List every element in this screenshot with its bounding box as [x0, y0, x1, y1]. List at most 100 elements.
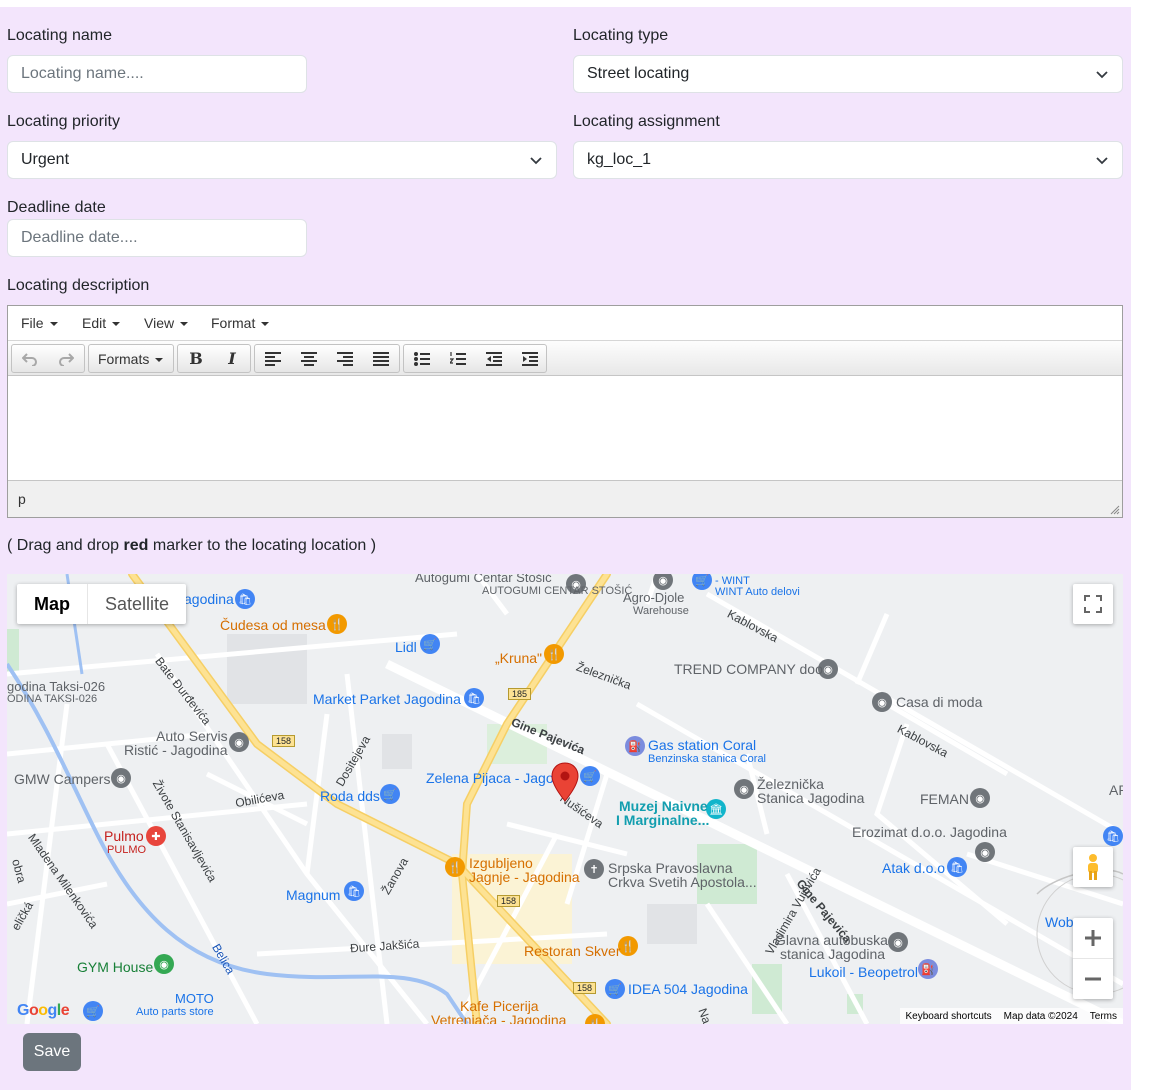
redo-icon[interactable] — [48, 345, 84, 372]
poi-label: Lidl — [395, 639, 417, 655]
shopping-pin-icon[interactable]: 🛒 — [605, 979, 625, 999]
restaurant-pin-icon[interactable]: 🍴 — [327, 614, 347, 634]
fullscreen-button[interactable] — [1073, 584, 1113, 624]
shopping-pin-icon[interactable]: 🛒 — [580, 766, 600, 786]
map-type-map-button[interactable]: Map — [17, 584, 88, 624]
formats-label: Formats — [98, 351, 150, 367]
street-view-pegman[interactable] — [1073, 847, 1113, 887]
locating-priority-select[interactable]: Urgent — [7, 141, 557, 179]
align-right-icon[interactable] — [327, 345, 363, 372]
hospital-pin-icon[interactable]: ✚ — [146, 826, 166, 846]
gym-pin-icon[interactable]: ◉ — [154, 954, 174, 974]
poi-label: Magnum — [286, 887, 341, 903]
poi-label: stanica Jagodina — [780, 946, 886, 962]
poi-label: Auto parts store — [136, 1006, 214, 1018]
poi-label: agodina — [184, 591, 234, 607]
save-button[interactable]: Save — [23, 1033, 81, 1071]
align-justify-icon[interactable] — [363, 345, 399, 372]
deadline-date-input[interactable]: Deadline date.... — [7, 219, 307, 257]
poi-label: I Marginalne... — [616, 812, 710, 828]
church-pin-icon[interactable]: ✝ — [584, 859, 604, 879]
poi-label: PULMO — [107, 844, 147, 856]
terms-link[interactable]: Terms — [1090, 1011, 1117, 1022]
poi-label: Gas station Coral — [648, 737, 757, 753]
map-type-satellite-button[interactable]: Satellite — [88, 584, 186, 624]
poi-pin-icon[interactable]: ◉ — [111, 768, 131, 788]
undo-icon[interactable] — [12, 345, 48, 372]
indent-icon[interactable] — [512, 345, 548, 372]
map-widget[interactable]: 185 158 158 158 Železnička Kablovska Kab… — [7, 574, 1123, 1024]
caret-down-icon — [180, 322, 189, 327]
plus-icon — [1085, 930, 1101, 946]
editor-menubar: File Edit View Format — [8, 306, 1122, 341]
fullscreen-icon — [1084, 595, 1102, 613]
poi-label: Benzinska stanica Coral — [648, 753, 767, 765]
restaurant-pin-icon[interactable]: 🍴 — [544, 644, 564, 664]
poi-label: Glavna autobuska — [775, 932, 888, 948]
route-shield: 158 — [272, 735, 296, 747]
shopping-pin-icon[interactable]: 🛍 — [235, 589, 255, 609]
italic-icon[interactable]: I — [214, 345, 250, 372]
poi-label: AP — [1109, 782, 1123, 798]
red-location-marker-icon[interactable] — [551, 762, 579, 802]
menu-file[interactable]: File — [21, 315, 58, 331]
shopping-pin-icon[interactable]: 🛍 — [947, 857, 967, 877]
align-center-icon[interactable] — [291, 345, 327, 372]
menu-edit[interactable]: Edit — [82, 315, 121, 331]
poi-label: Ristić - Jagodina — [124, 742, 228, 758]
google-logo[interactable]: Google — [17, 1002, 70, 1020]
locating-name-input[interactable]: Locating name.... — [7, 55, 307, 93]
align-left-icon[interactable] — [255, 345, 291, 372]
outdent-icon[interactable] — [476, 345, 512, 372]
bold-icon[interactable]: B — [178, 345, 214, 372]
editor-toolbar: Formats B I — [8, 341, 1122, 376]
poi-pin-icon[interactable]: ◉ — [975, 842, 995, 862]
shopping-pin-icon[interactable]: 🛍 — [1103, 826, 1123, 846]
poi-label: Lukoil - Beopetrol — [809, 964, 918, 980]
poi-label: Izgubljeno — [469, 855, 533, 871]
poi-label: Casa di moda — [896, 694, 983, 710]
restaurant-pin-icon[interactable]: 🍴 — [618, 936, 638, 956]
editor-content-area[interactable] — [8, 376, 1122, 480]
shopping-pin-icon[interactable]: 🛍 — [344, 881, 364, 901]
poi-pin-icon[interactable]: ◉ — [229, 732, 249, 752]
map-data-text: Map data ©2024 — [1003, 1010, 1078, 1022]
poi-label: ODINA TAKSI-026 — [7, 693, 98, 705]
shopping-pin-icon[interactable]: 🛒 — [380, 784, 400, 804]
align-group — [254, 344, 400, 373]
shopping-pin-icon[interactable]: 🛍 — [464, 688, 484, 708]
restaurant-pin-icon[interactable]: 🍴 — [445, 857, 465, 877]
list-group — [403, 344, 547, 373]
shopping-pin-icon[interactable]: 🛒 — [420, 634, 440, 654]
poi-label: Zelena Pijaca - Jago — [426, 770, 554, 786]
poi-label: Erozimat d.o.o. Jagodina — [852, 824, 1007, 840]
bullet-list-icon[interactable] — [404, 345, 440, 372]
poi-pin-icon[interactable]: ◉ — [970, 788, 990, 808]
menu-view[interactable]: View — [144, 315, 189, 331]
editor-statusbar: p — [8, 480, 1122, 517]
poi-pin-icon[interactable]: ◉ — [872, 692, 892, 712]
keyboard-shortcuts-link[interactable]: Keyboard shortcuts — [906, 1011, 992, 1022]
type-label: Locating type — [573, 27, 669, 44]
bus-pin-icon[interactable]: ◉ — [888, 932, 908, 952]
shopping-pin-icon[interactable]: 🛒 — [83, 1001, 103, 1021]
menu-format[interactable]: Format — [211, 315, 270, 331]
poi-label: GYM House — [77, 959, 154, 975]
minus-icon — [1085, 977, 1101, 980]
resize-handle-icon[interactable] — [1110, 505, 1120, 515]
chevron-down-icon — [530, 157, 542, 165]
zoom-out-button[interactable] — [1073, 959, 1113, 999]
poi-label: Agro-Djole — [623, 590, 685, 605]
locating-assignment-select[interactable]: kg_loc_1 — [573, 141, 1123, 179]
zoom-in-button[interactable] — [1073, 919, 1113, 959]
caret-down-icon — [49, 322, 58, 327]
locating-type-select[interactable]: Street locating — [573, 55, 1123, 93]
poi-label: AUTOGUMI CENTAR STOŠIĆ — [482, 585, 633, 597]
route-shield: 158 — [573, 982, 597, 994]
gas-station-pin-icon[interactable]: ⛽ — [625, 736, 645, 756]
formats-dropdown[interactable]: Formats — [88, 344, 174, 373]
poi-label: Stanica Jagodina — [757, 790, 865, 806]
poi-pin-icon[interactable]: ◉ — [734, 779, 754, 799]
numbered-list-icon[interactable] — [440, 345, 476, 372]
gas-station-pin-icon[interactable]: ⛽ — [918, 959, 938, 979]
